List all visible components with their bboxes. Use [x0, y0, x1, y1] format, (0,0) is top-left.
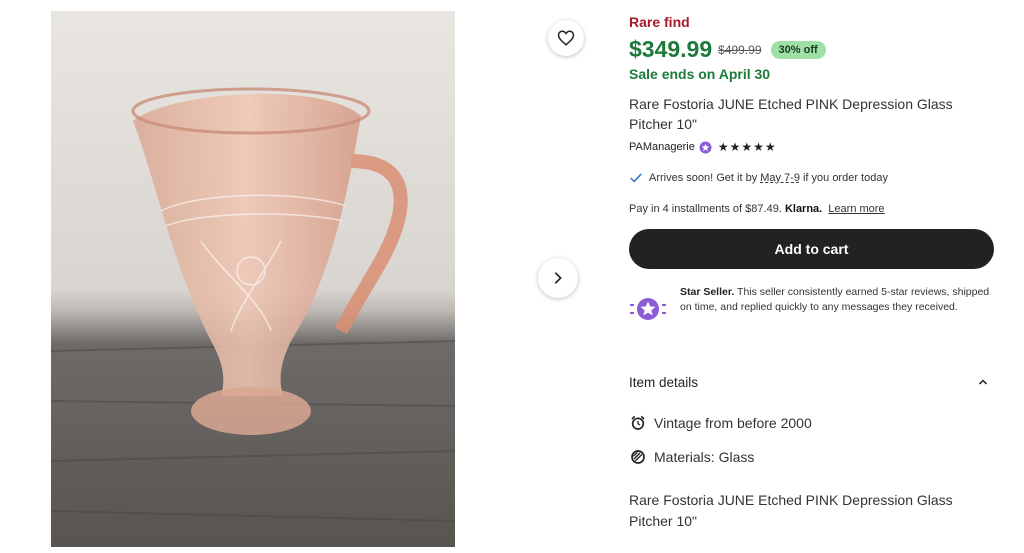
discount-badge: 30% off [770, 40, 826, 59]
shipping-prefix: Arrives soon! Get it by [649, 172, 758, 184]
detail-row-vintage: Vintage from before 2000 [629, 414, 812, 432]
next-image-button[interactable] [538, 258, 578, 298]
seller-name-link[interactable]: PAManagerie [629, 141, 695, 153]
star-seller-title: Star Seller. [680, 286, 735, 298]
learn-more-link[interactable]: Learn more [828, 203, 884, 215]
detail-vintage-text: Vintage from before 2000 [654, 415, 812, 431]
shipping-estimate: Arrives soon! Get it by May 7-9 if you o… [629, 171, 888, 185]
heart-icon [557, 30, 575, 46]
detail-row-materials: Materials: Glass [629, 448, 754, 466]
item-details-toggle[interactable]: Item details [629, 372, 989, 392]
pitcher-image [51, 87, 455, 522]
sale-ends-text: Sale ends on April 30 [629, 66, 771, 82]
original-price: $499.99 [718, 42, 762, 57]
klarna-label: Klarna. [784, 203, 823, 215]
star-seller-small-icon [699, 141, 712, 154]
add-to-cart-button[interactable]: Add to cart [629, 229, 994, 269]
detail-materials-text: Materials: Glass [654, 449, 755, 465]
chevron-up-icon [978, 379, 988, 385]
item-description: Rare Fostoria JUNE Etched PINK Depressio… [629, 492, 953, 529]
rating-stars[interactable]: ★★★★★ [718, 140, 777, 154]
product-photo[interactable] [51, 11, 455, 547]
fabric-swatch-icon [629, 448, 647, 466]
listing-title: Rare Fostoria JUNE Etched PINK Depressio… [629, 96, 953, 132]
item-details-heading: Item details [629, 374, 699, 390]
price-row: $349.99 $499.99 30% off [629, 36, 826, 63]
installments-info: Pay in 4 installments of $87.49. Klarna.… [629, 203, 885, 215]
check-icon [630, 173, 642, 183]
alarm-clock-icon [629, 414, 647, 432]
shipping-suffix: if you order today [802, 172, 888, 184]
installments-text: Pay in 4 installments of $87.49. [629, 203, 782, 215]
star-seller-block: Star Seller. This seller consistently ea… [629, 285, 999, 333]
favorite-button[interactable] [548, 20, 584, 56]
star-seller-badge-icon [630, 298, 666, 320]
star-seller-text: Star Seller. This seller consistently ea… [680, 285, 998, 315]
shipping-dates[interactable]: May 7-9 [760, 172, 800, 184]
seller-row: PAManagerie ★★★★★ [629, 140, 777, 154]
rare-find-label: Rare find [629, 14, 690, 30]
chevron-right-icon [554, 272, 562, 284]
sale-price: $349.99 [629, 36, 713, 62]
